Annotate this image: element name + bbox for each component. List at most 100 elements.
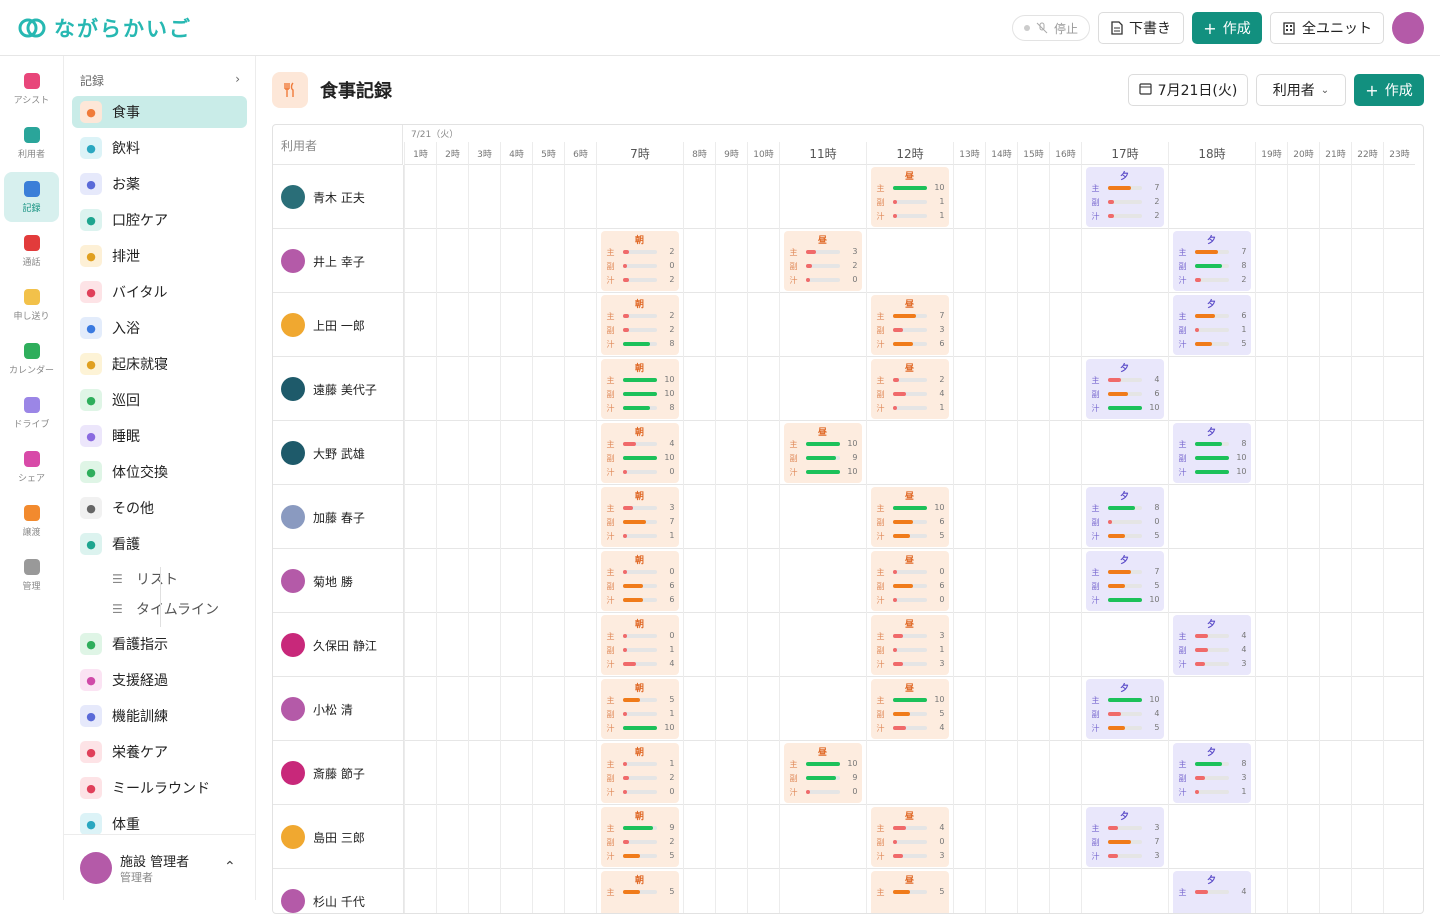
meal-card[interactable]: 夕主7副8汁2 bbox=[1172, 231, 1251, 291]
nutrient-label: 汁 bbox=[1091, 404, 1100, 413]
resident-row[interactable]: 青木 正夫昼主 10 副 1 汁 1 夕主 7 副 2 汁 2 bbox=[273, 165, 1423, 229]
resident-row[interactable]: 上田 一郎朝主 2 副 2 汁 8 昼主 7 副 3 汁 6 夕主 6 副 1 汁 5 bbox=[273, 293, 1423, 357]
menu-header[interactable]: 記録 › bbox=[80, 72, 240, 89]
rail-item[interactable]: ドライブ bbox=[4, 388, 59, 438]
nutrient-bar: 汁5 bbox=[877, 531, 945, 541]
meal-card[interactable]: 夕主4副4汁3 bbox=[1172, 615, 1251, 675]
bar-fill bbox=[622, 406, 650, 410]
meal-card[interactable]: 朝主1副2汁0 bbox=[600, 743, 679, 803]
meal-card[interactable]: 昼主3副1汁3 bbox=[870, 615, 949, 675]
create-button[interactable]: + 作成 bbox=[1192, 12, 1262, 44]
menu-item[interactable]: ● ミールラウンド bbox=[72, 772, 247, 804]
meal-card[interactable]: 朝主3副7汁1 bbox=[600, 487, 679, 547]
stop-toggle[interactable]: 停止 bbox=[1012, 15, 1090, 41]
rail-item[interactable]: 譲渡 bbox=[4, 496, 59, 546]
user-avatar[interactable] bbox=[1392, 12, 1424, 44]
menu-item[interactable]: ● 巡回 bbox=[72, 384, 247, 416]
menu-item[interactable]: ● 支援経過 bbox=[72, 664, 247, 696]
resident-row[interactable]: 遠藤 美代子朝主 10 副 10 汁 8 昼主 2 副 4 汁 1 夕主 4 副 6 汁 10 bbox=[273, 357, 1423, 421]
meal-card[interactable]: 朝主 5 副 1 汁 10 bbox=[600, 679, 679, 739]
meal-card[interactable]: 昼主 10 副 5 汁 4 bbox=[870, 679, 949, 739]
resident-row[interactable]: 小松 清朝主 5 副 1 汁 10 昼主 10 副 5 汁 4 夕主 10 副 4 汁 5 bbox=[273, 677, 1423, 741]
resident-row[interactable]: 大野 武雄朝主 4 副 10 汁 0 昼主 10 副 9 汁 10 夕主 8 副 10 汁 10 bbox=[273, 421, 1423, 485]
meal-card[interactable]: 昼主3副2汁0 bbox=[783, 231, 862, 291]
menu-item[interactable]: ● 看護指示 bbox=[72, 628, 247, 660]
meal-card[interactable]: 朝主0副1汁4 bbox=[600, 615, 679, 675]
meal-card[interactable]: 夕主7副2汁2 bbox=[1085, 167, 1164, 227]
meal-card[interactable]: 昼主 10 副 9 汁 10 bbox=[783, 423, 862, 483]
date-picker[interactable]: 7月21日(火) bbox=[1128, 74, 1248, 106]
nutrient-label: 副 bbox=[606, 518, 615, 527]
account-panel[interactable]: 施設 管理者 管理者 ⌃ bbox=[64, 834, 255, 900]
menu-item[interactable]: ● 口腔ケア bbox=[72, 204, 247, 236]
meal-card[interactable]: 朝主5 bbox=[600, 871, 679, 913]
meal-card[interactable]: 夕主8副3汁1 bbox=[1172, 743, 1251, 803]
nutrient-value: 6 bbox=[1154, 389, 1160, 398]
meal-card[interactable]: 朝主0副6汁6 bbox=[600, 551, 679, 611]
rail-item[interactable]: カレンダー bbox=[4, 334, 59, 384]
menu-item[interactable]: ● 栄養ケア bbox=[72, 736, 247, 768]
meal-card[interactable]: 夕主8副0汁5 bbox=[1085, 487, 1164, 547]
meal-card[interactable]: 朝主2副0汁2 bbox=[600, 231, 679, 291]
menu-item[interactable]: ● 機能訓練 bbox=[72, 700, 247, 732]
resident-row[interactable]: 久保田 静江朝主 0 副 1 汁 4 昼主 3 副 1 汁 3 夕主 4 副 4 汁 3 bbox=[273, 613, 1423, 677]
nutrient-value: 3 bbox=[852, 247, 858, 256]
meal-card[interactable]: 朝主 4 副 10 汁 0 bbox=[600, 423, 679, 483]
filter-select[interactable]: 利用者 ⌄ bbox=[1256, 74, 1346, 106]
rail-item[interactable]: 記録 bbox=[4, 172, 59, 222]
meal-card[interactable]: 夕主6副1汁5 bbox=[1172, 295, 1251, 355]
app-logo[interactable]: ながらかいご bbox=[18, 14, 192, 42]
menu-item[interactable]: ● 入浴 bbox=[72, 312, 247, 344]
menu-item[interactable]: ● 食事 bbox=[72, 96, 247, 128]
menu-item[interactable]: ● 飲料 bbox=[72, 132, 247, 164]
meal-card[interactable]: 朝主2副2汁8 bbox=[600, 295, 679, 355]
resident-row[interactable]: 島田 三郎朝主 9 副 2 汁 5 昼主 4 副 0 汁 3 夕主 3 副 7 汁 3 bbox=[273, 805, 1423, 869]
rail-item[interactable]: 通話 bbox=[4, 226, 59, 276]
meal-card[interactable]: 朝主 10 副 10 汁 8 bbox=[600, 359, 679, 419]
rail-item[interactable]: 申し送り bbox=[4, 280, 59, 330]
unit-selector[interactable]: 全ユニット bbox=[1270, 12, 1384, 44]
resident-row[interactable]: 斎藤 節子朝主 1 副 2 汁 0 昼主 10 副 9 汁 0 夕主 8 副 3 汁 1 bbox=[273, 741, 1423, 805]
meal-card[interactable]: 昼主 10 副 6 汁 5 bbox=[870, 487, 949, 547]
bar-fill bbox=[892, 506, 927, 510]
rail-item[interactable]: アシスト bbox=[4, 64, 59, 114]
sub-menu-item[interactable]: ☰ リスト bbox=[112, 566, 242, 592]
resident-row[interactable]: 加藤 春子朝主 3 副 7 汁 1 昼主 10 副 6 汁 5 夕主 8 副 0 汁 5 bbox=[273, 485, 1423, 549]
meal-card[interactable]: 昼主 10 副 9 汁 0 bbox=[783, 743, 862, 803]
meal-card[interactable]: 夕主3副7汁3 bbox=[1085, 807, 1164, 867]
meal-card[interactable]: 夕主4 bbox=[1172, 871, 1251, 913]
menu-item[interactable]: ● 起床就寝 bbox=[72, 348, 247, 380]
meal-card[interactable]: 夕主 4 副 6 汁 10 bbox=[1085, 359, 1164, 419]
meal-card[interactable]: 昼主5 bbox=[870, 871, 949, 913]
nutrient-bar: 汁6 bbox=[607, 595, 675, 605]
nutrient-bar: 副0 bbox=[1092, 517, 1160, 527]
meal-card[interactable]: 昼主7副3汁6 bbox=[870, 295, 949, 355]
menu-item[interactable]: ● 睡眠 bbox=[72, 420, 247, 452]
meal-card[interactable]: 昼主4副0汁3 bbox=[870, 807, 949, 867]
draft-button[interactable]: 下書き bbox=[1098, 12, 1184, 44]
menu-item[interactable]: ● バイタル bbox=[72, 276, 247, 308]
rail-item[interactable]: 管理 bbox=[4, 550, 59, 600]
menu-item[interactable]: ● その他 bbox=[72, 492, 247, 524]
nutrient-bar: 主9 bbox=[607, 823, 675, 833]
rail-item[interactable]: 利用者 bbox=[4, 118, 59, 168]
resident-row[interactable]: 井上 幸子朝主 2 副 0 汁 2 昼主 3 副 2 汁 0 夕主 7 副 8 汁 2 bbox=[273, 229, 1423, 293]
nutrient-label: 副 bbox=[876, 326, 885, 335]
menu-item[interactable]: ● お薬 bbox=[72, 168, 247, 200]
meal-card[interactable]: 昼主2副4汁1 bbox=[870, 359, 949, 419]
meal-card[interactable]: 昼主 10 副 1 汁 1 bbox=[870, 167, 949, 227]
meal-card[interactable]: 昼主0副6汁0 bbox=[870, 551, 949, 611]
menu-header-label: 記録 bbox=[80, 74, 105, 88]
rail-item[interactable]: シェア bbox=[4, 442, 59, 492]
resident-row[interactable]: 菊地 勝朝主 0 副 6 汁 6 昼主 0 副 6 汁 0 夕主 7 副 5 汁 10 bbox=[273, 549, 1423, 613]
page-create-button[interactable]: + 作成 bbox=[1354, 74, 1424, 106]
resident-row[interactable]: 杉山 千代朝主 5 昼主 5 夕主 4 bbox=[273, 869, 1423, 913]
meal-card[interactable]: 朝主9副2汁5 bbox=[600, 807, 679, 867]
menu-item[interactable]: ● 看護 bbox=[72, 528, 247, 560]
meal-card[interactable]: 夕主 10 副 4 汁 5 bbox=[1085, 679, 1164, 739]
sub-menu-item[interactable]: ☰ タイムライン bbox=[112, 596, 242, 622]
menu-item[interactable]: ● 体位交換 bbox=[72, 456, 247, 488]
meal-card[interactable]: 夕主 7 副 5 汁 10 bbox=[1085, 551, 1164, 611]
meal-card[interactable]: 夕主 8 副 10 汁 10 bbox=[1172, 423, 1251, 483]
menu-item[interactable]: ● 排泄 bbox=[72, 240, 247, 272]
